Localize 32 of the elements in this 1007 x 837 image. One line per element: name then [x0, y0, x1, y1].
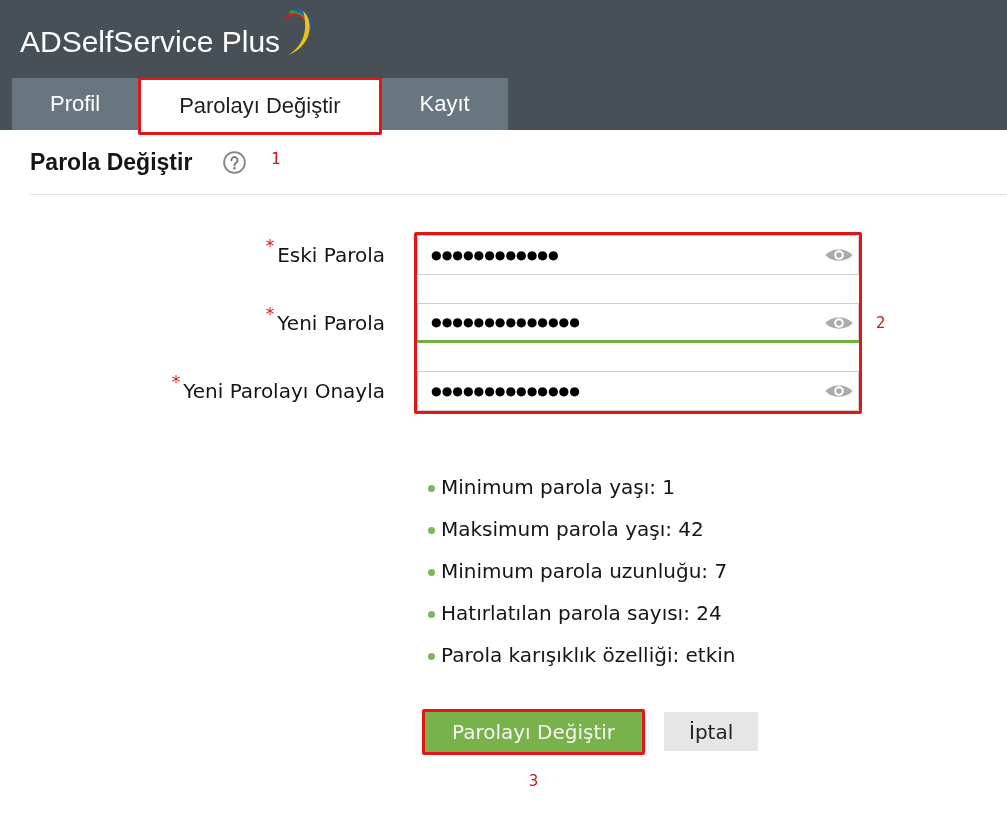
policy-item: Hatırlatılan parola sayısı: 24 [441, 601, 722, 625]
required-mark: * [265, 306, 275, 323]
password-field[interactable]: ●●●●●●●●●●●●●● [417, 303, 859, 340]
logo-text: ADSelfService Plus [20, 25, 281, 59]
callout-number: 3 [528, 773, 539, 790]
page-title: Parola Değiştir [30, 148, 193, 176]
bullet-icon [428, 484, 435, 492]
field-label: Yeni Parolayı Onayla [183, 379, 385, 403]
required-mark: * [265, 238, 275, 255]
eye-icon[interactable] [825, 383, 853, 399]
eye-icon[interactable] [825, 315, 853, 331]
field-label: Yeni Parola [277, 311, 385, 335]
help-icon[interactable] [223, 150, 247, 174]
field-label: Eski Parola [277, 243, 385, 267]
tab[interactable]: Parolayı Değiştir [141, 80, 379, 132]
policy-item: Minimum parola yaşı: 1 [441, 475, 676, 499]
policy-item: Maksimum parola yaşı: 42 [441, 517, 704, 541]
callout-number: 1 [271, 151, 281, 168]
bullet-icon [428, 610, 435, 618]
tab[interactable]: Kayıt [381, 78, 508, 130]
cancel-button[interactable]: İptal [664, 712, 759, 751]
tab[interactable]: Profil [12, 78, 139, 130]
policy-item: Parola karışıklık özelliği: etkin [441, 643, 736, 667]
bullet-icon [428, 526, 435, 534]
required-mark: * [171, 374, 181, 391]
password-field[interactable]: ●●●●●●●●●●●● [417, 235, 859, 275]
callout-number: 2 [876, 314, 886, 332]
bullet-icon [428, 652, 435, 660]
eye-icon[interactable] [825, 247, 853, 263]
policy-item: Minimum parola uzunluğu: 7 [441, 559, 728, 583]
password-field[interactable]: ●●●●●●●●●●●●●● [417, 371, 859, 411]
bullet-icon [428, 568, 435, 576]
